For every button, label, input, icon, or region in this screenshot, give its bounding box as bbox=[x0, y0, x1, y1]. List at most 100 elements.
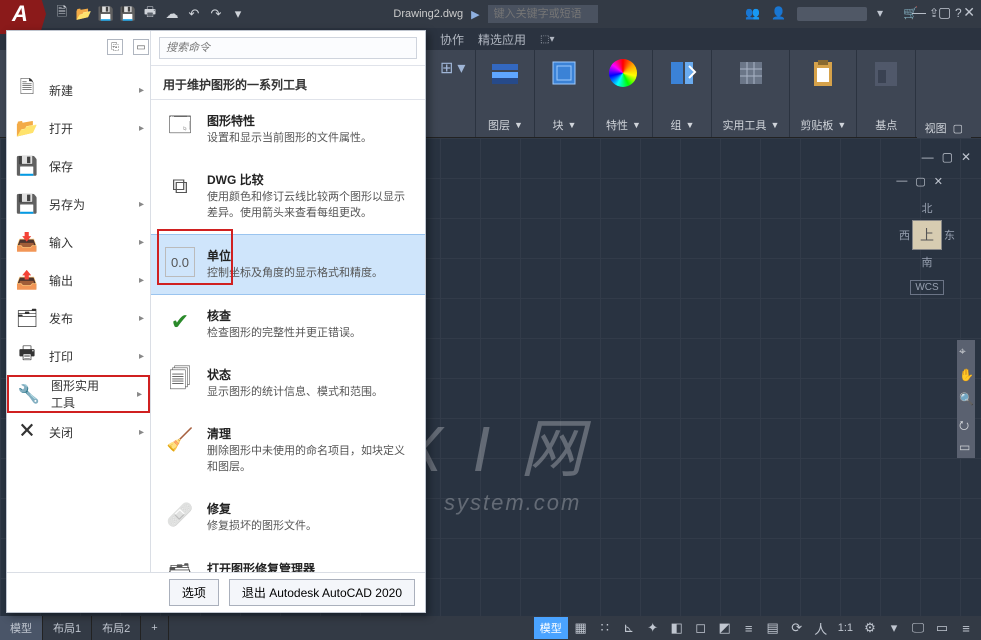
menu-item-new[interactable]: 🗎新建▸ bbox=[7, 71, 150, 109]
maximize-icon[interactable]: ▢ bbox=[938, 4, 951, 21]
view-label-box[interactable]: 视图 ▢ bbox=[917, 118, 971, 138]
qat-cloud-icon[interactable]: ☁ bbox=[164, 6, 180, 22]
viewcube-south[interactable]: 南 bbox=[899, 254, 955, 270]
viewcube-west[interactable]: 西 bbox=[899, 227, 910, 243]
tab-layout2[interactable]: 布局2 bbox=[92, 616, 141, 640]
panel-extra-icon[interactable]: ⊞ bbox=[440, 58, 453, 78]
qat-saveas-icon[interactable]: 💾 bbox=[120, 6, 136, 22]
status-osnap-icon[interactable]: ◻ bbox=[690, 617, 712, 639]
open-docs-icon[interactable]: ▭ bbox=[133, 39, 149, 55]
tool-item-status[interactable]: 🗐 状态显示图形的统计信息、模式和范围。 bbox=[151, 354, 425, 413]
panel-utils[interactable]: 实用工具▼ bbox=[712, 50, 790, 137]
user-icon[interactable]: 👤 bbox=[771, 6, 787, 22]
qat-dropdown-icon[interactable]: ▾ bbox=[230, 6, 246, 22]
doc-min-icon[interactable]: — bbox=[922, 150, 934, 164]
wcs-label[interactable]: WCS bbox=[910, 280, 943, 295]
status-workspace-icon[interactable]: ▾ bbox=[883, 617, 905, 639]
recent-docs-icon[interactable]: ⎘ bbox=[107, 39, 123, 55]
nav-showmotion-icon[interactable]: ▭ bbox=[959, 440, 973, 454]
viewcube-top-face[interactable]: 上 bbox=[912, 220, 942, 250]
menu-item-drawing-utilities[interactable]: 🔧图形实用工具▸ bbox=[7, 375, 150, 413]
panel-props[interactable]: 特性▼ bbox=[594, 50, 653, 137]
status-lwt-icon[interactable]: ≡ bbox=[738, 617, 760, 639]
status-polar-icon[interactable]: ✦ bbox=[642, 617, 664, 639]
status-transparency-icon[interactable]: ▤ bbox=[762, 617, 784, 639]
menu-item-saveas[interactable]: 💾另存为▸ bbox=[7, 185, 150, 223]
status-snap-icon[interactable]: ∷ bbox=[594, 617, 616, 639]
qat-save-icon[interactable]: 💾 bbox=[98, 6, 114, 22]
doc-max-icon[interactable]: ▢ bbox=[942, 150, 953, 164]
status-gear-icon[interactable]: ⚙ bbox=[859, 617, 881, 639]
menu-item-output[interactable]: 📤输出▸ bbox=[7, 261, 150, 299]
qat-new-icon[interactable]: 🗎 bbox=[54, 6, 70, 22]
qat-open-icon[interactable]: 📂 bbox=[76, 6, 92, 22]
navcube-close-icon[interactable]: ✕ bbox=[934, 175, 943, 188]
status-annoscale-icon[interactable]: 人 bbox=[810, 617, 832, 639]
menu-item-save[interactable]: 💾保存 bbox=[7, 147, 150, 185]
status-modelspace-button[interactable]: 模型 bbox=[534, 617, 568, 639]
panel-extra-dropdown-icon[interactable]: ▾ bbox=[457, 58, 465, 78]
nav-pan-icon[interactable]: ✋ bbox=[959, 368, 973, 382]
command-search-input[interactable] bbox=[159, 37, 417, 59]
doc-close-icon[interactable]: ✕ bbox=[961, 150, 971, 164]
tool-item-audit[interactable]: ✔ 核查检查图形的完整性并更正错误。 bbox=[151, 295, 425, 354]
status-cycling-icon[interactable]: ⟳ bbox=[786, 617, 808, 639]
chevron-down-icon[interactable]: ▼ bbox=[567, 120, 576, 130]
ribbon-dropdown-icon[interactable]: ⬚▾ bbox=[540, 34, 554, 45]
status-customize-icon[interactable]: ≡ bbox=[955, 617, 977, 639]
nav-orbit-icon[interactable]: ⭮ bbox=[959, 416, 973, 430]
chevron-down-icon[interactable]: ▼ bbox=[685, 120, 694, 130]
qat-redo-icon[interactable]: ↷ bbox=[208, 6, 224, 22]
panel-group[interactable]: 组▼ bbox=[653, 50, 712, 137]
navcube-rest-icon[interactable]: ▢ bbox=[915, 175, 925, 188]
menu-item-print[interactable]: 🖶打印▸ bbox=[7, 337, 150, 375]
tool-item-units[interactable]: 0.0 单位控制坐标及角度的显示格式和精度。 bbox=[151, 234, 425, 294]
nav-zoom-icon[interactable]: 🔍 bbox=[959, 392, 973, 406]
signin-icon[interactable]: 👥 bbox=[745, 6, 761, 22]
tool-item-dwgcompare[interactable]: ⧉ DWG 比较使用颜色和修订云线比较两个图形以显示差异。使用箭头来查看每组更改… bbox=[151, 159, 425, 234]
viewcube-north[interactable]: 北 bbox=[899, 200, 955, 216]
options-button[interactable]: 选项 bbox=[169, 579, 219, 606]
tool-item-purge[interactable]: 🧹 清理删除图形中未使用的命名项目，如块定义和图层。 bbox=[151, 413, 425, 488]
tab-model[interactable]: 模型 bbox=[0, 616, 43, 640]
qat-undo-icon[interactable]: ↶ bbox=[186, 6, 202, 22]
app-logo[interactable]: A bbox=[0, 0, 40, 34]
close-icon[interactable]: ✕ bbox=[963, 4, 975, 21]
autodesk-app-icon[interactable]: ▾ bbox=[877, 6, 893, 22]
menu-item-input[interactable]: 📥输入▸ bbox=[7, 223, 150, 261]
status-cleanscreen-icon[interactable]: ▭ bbox=[931, 617, 953, 639]
view-maximize-icon[interactable]: ▢ bbox=[953, 122, 963, 135]
tool-item-recover[interactable]: 🩹 修复修复损坏的图形文件。 bbox=[151, 488, 425, 547]
tab-collab[interactable]: 协作 bbox=[440, 31, 464, 48]
tab-featured[interactable]: 精选应用 bbox=[478, 31, 526, 48]
exit-button[interactable]: 退出 Autodesk AutoCAD 2020 bbox=[229, 579, 415, 606]
status-monitor-icon[interactable]: 🖵 bbox=[907, 617, 929, 639]
menu-item-open[interactable]: 📂打开▸ bbox=[7, 109, 150, 147]
panel-clipboard[interactable]: 剪贴板▼ bbox=[790, 50, 857, 137]
navcube-min-icon[interactable]: — bbox=[896, 175, 907, 188]
status-scale-label[interactable]: 1:1 bbox=[834, 617, 857, 639]
status-ortho-icon[interactable]: ⊾ bbox=[618, 617, 640, 639]
status-grid-icon[interactable]: ▦ bbox=[570, 617, 592, 639]
viewcube-east[interactable]: 东 bbox=[944, 227, 955, 243]
panel-block[interactable]: 块▼ bbox=[535, 50, 594, 137]
tab-add[interactable]: + bbox=[141, 616, 168, 640]
menu-item-close[interactable]: 🗙关闭▸ bbox=[7, 413, 150, 451]
tool-item-recovery-manager[interactable]: 🗃 打开图形修复管理器 bbox=[151, 548, 425, 572]
qat-plot-icon[interactable]: 🖶 bbox=[142, 6, 158, 22]
status-3dosnap-icon[interactable]: ◩ bbox=[714, 617, 736, 639]
minimize-icon[interactable]: — bbox=[912, 4, 926, 21]
tool-item-dwgprops[interactable]: 🗔 图形特性设置和显示当前图形的文件属性。 bbox=[151, 100, 425, 159]
menu-item-publish[interactable]: 🗂发布▸ bbox=[7, 299, 150, 337]
nav-fullnav-icon[interactable]: ⌖ bbox=[959, 344, 973, 358]
chevron-down-icon[interactable]: ▼ bbox=[632, 120, 641, 130]
panel-layer[interactable]: 图层▼ bbox=[476, 50, 535, 137]
chevron-down-icon[interactable]: ▼ bbox=[514, 120, 523, 130]
search-keyword-input[interactable] bbox=[488, 5, 598, 23]
view-cube[interactable]: 北 西 上 东 南 WCS bbox=[899, 200, 955, 295]
status-isodraft-icon[interactable]: ◧ bbox=[666, 617, 688, 639]
panel-base[interactable]: 基点 bbox=[857, 50, 916, 137]
tab-layout1[interactable]: 布局1 bbox=[43, 616, 92, 640]
chevron-down-icon[interactable]: ▼ bbox=[837, 120, 846, 130]
chevron-down-icon[interactable]: ▼ bbox=[770, 120, 779, 130]
